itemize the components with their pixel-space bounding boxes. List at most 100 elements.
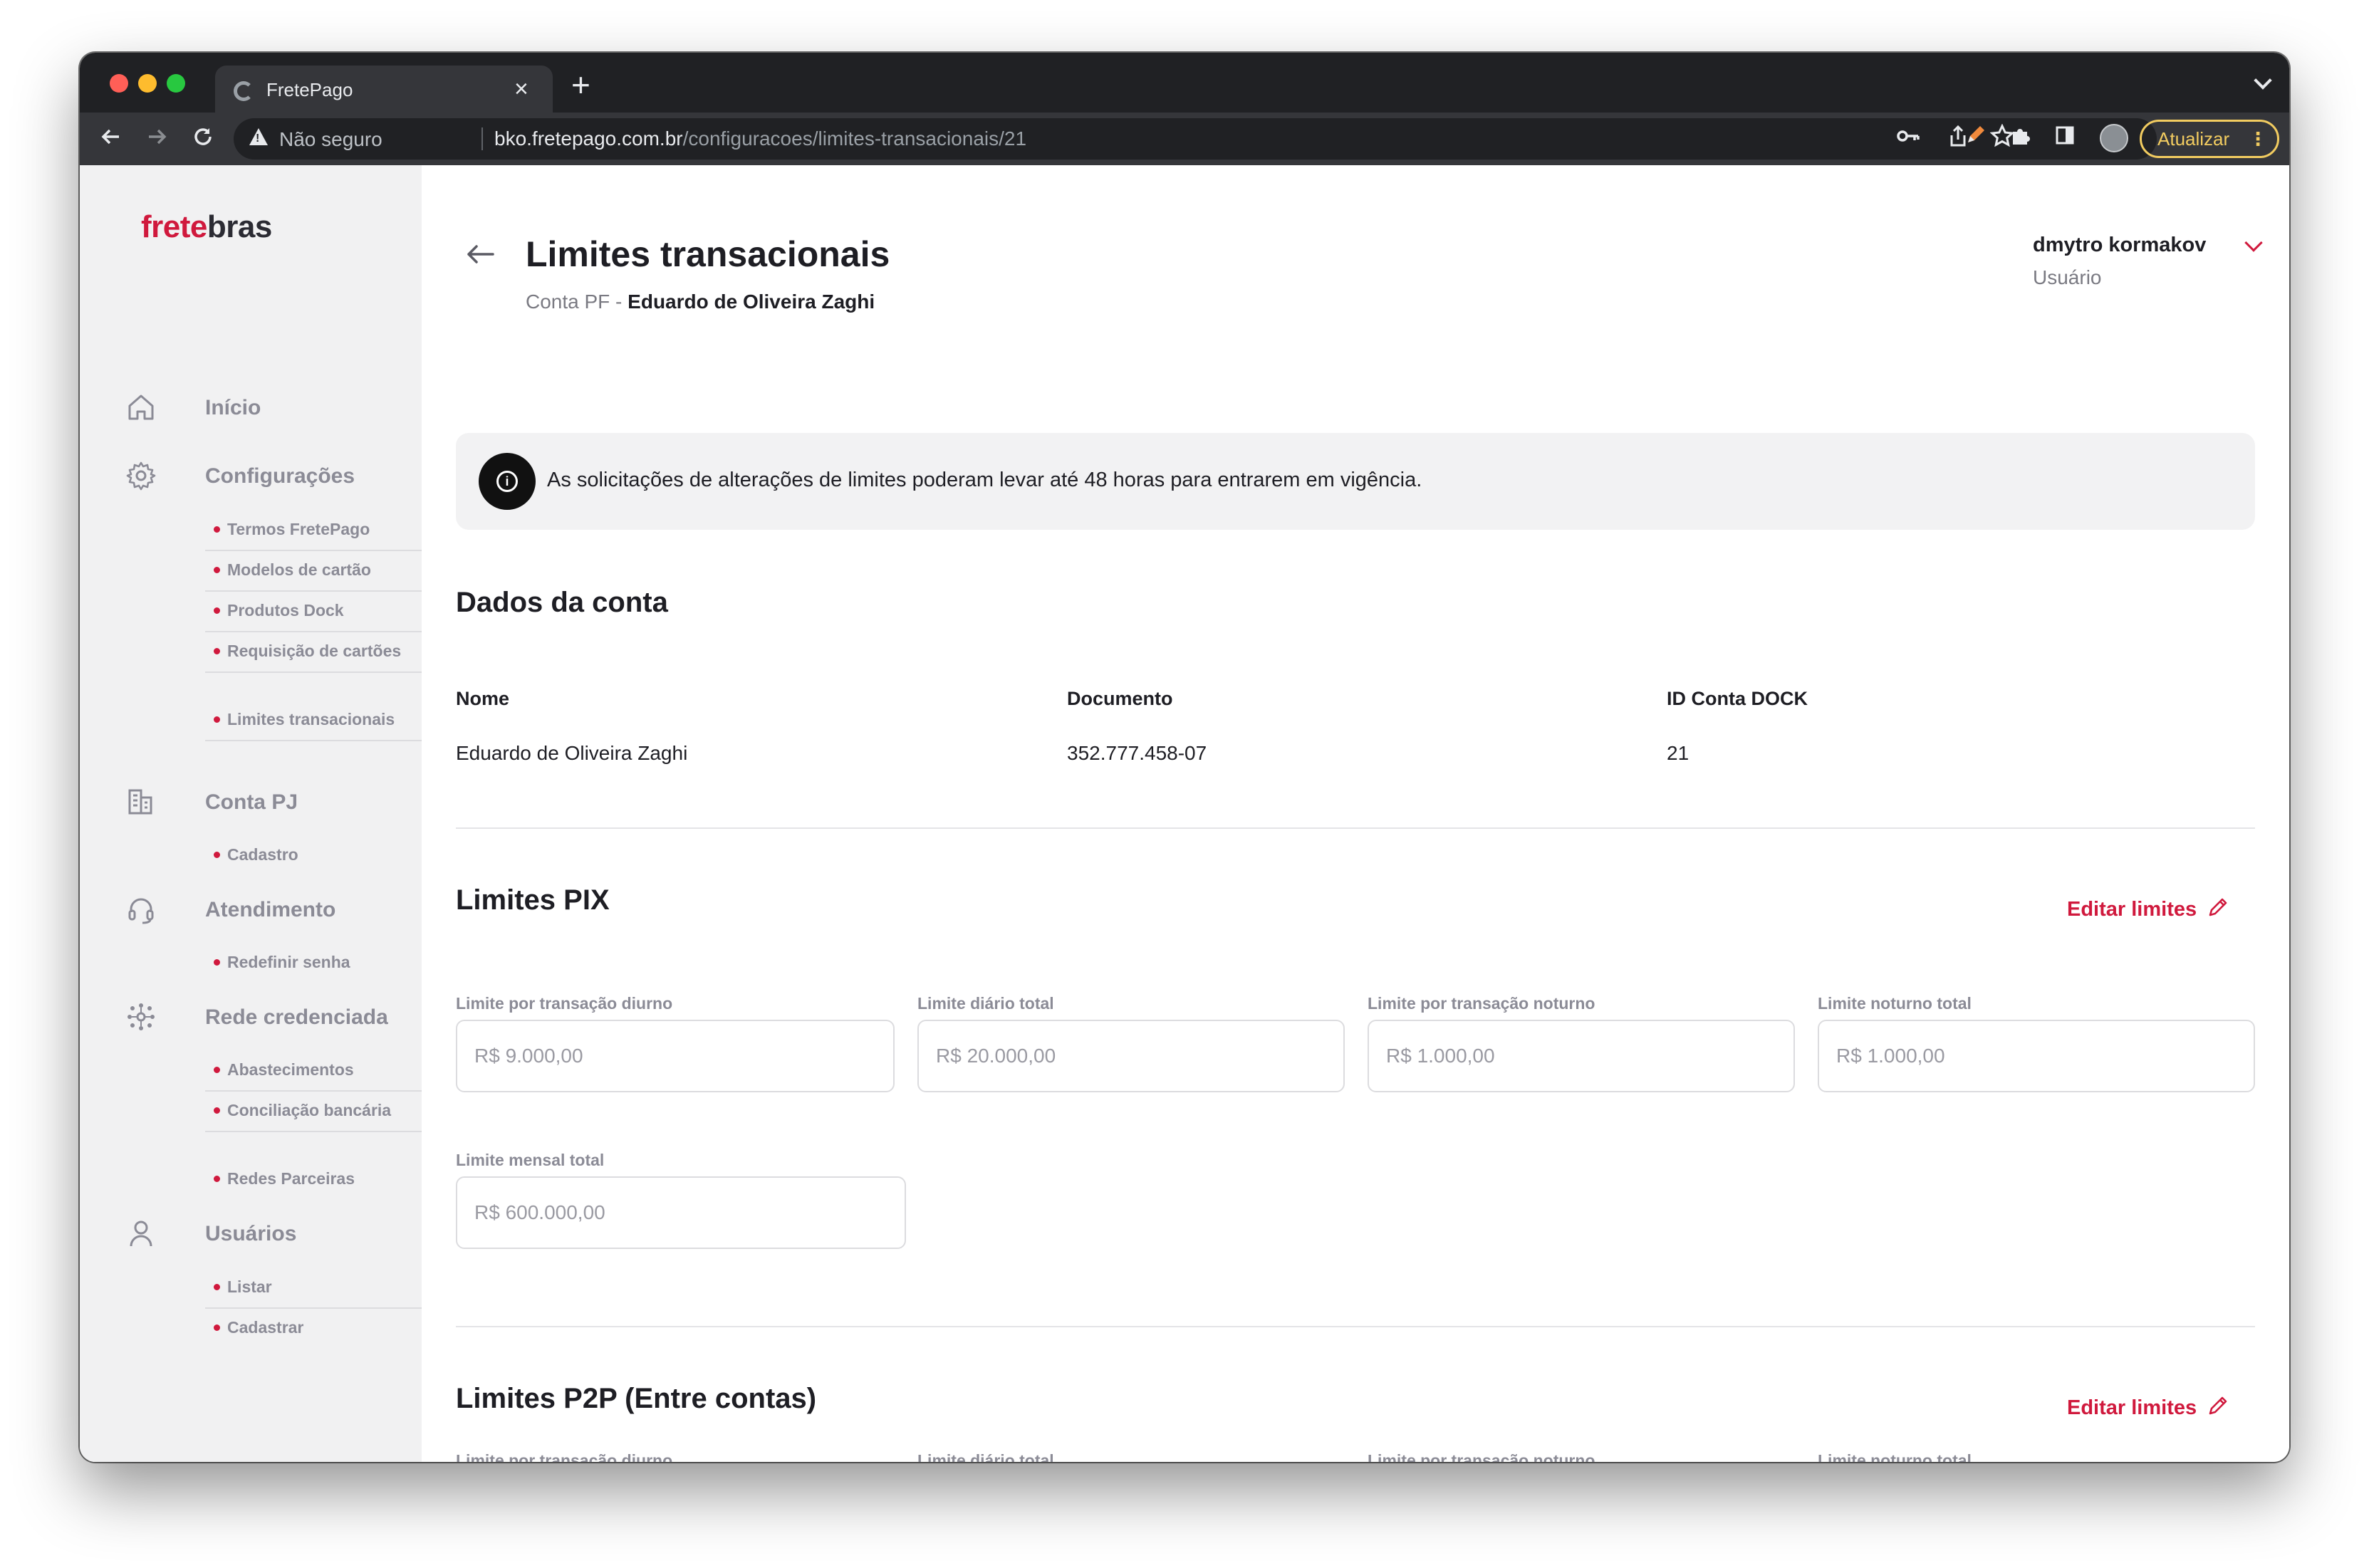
input-pix-noturno[interactable]: R$ 1.000,00 <box>1368 1020 1795 1092</box>
sidebar-item-label: Abastecimentos <box>227 1060 354 1079</box>
sidebar-item-label: Listar <box>227 1277 272 1296</box>
page-subtitle: Conta PF - Eduardo de Oliveira Zaghi <box>526 291 875 313</box>
sidebar: fretebras Início Configurações Termos Fr… <box>80 165 422 1462</box>
bullet-icon <box>214 1107 220 1114</box>
warning-icon <box>249 128 268 145</box>
back-arrow-icon[interactable] <box>464 244 496 265</box>
input-pix-mensal[interactable]: R$ 600.000,00 <box>456 1176 906 1249</box>
nav-label-atendimento: Atendimento <box>205 898 336 921</box>
sidebar-item-termos[interactable]: Termos FretePago <box>205 516 422 551</box>
maximize-window-button[interactable] <box>167 74 185 93</box>
arrow-right-icon <box>149 129 167 145</box>
bullet-icon <box>214 716 220 723</box>
url-text[interactable]: bko.fretepago.com.br/configuracoes/limit… <box>494 127 1026 150</box>
sidebar-item-redes-parceiras[interactable]: Redes Parceiras <box>205 1165 422 1199</box>
value-nome: Eduardo de Oliveira Zaghi <box>456 742 688 764</box>
input-pix-diario[interactable]: R$ 20.000,00 <box>917 1020 1345 1092</box>
building-icon <box>128 789 152 815</box>
sidebar-item-modelos-cartao[interactable]: Modelos de cartão <box>205 556 422 592</box>
label-p2p-diario: Limite diário total <box>917 1451 1054 1462</box>
profile-avatar[interactable] <box>2100 124 2128 152</box>
fretebras-logo[interactable]: fretebras <box>141 209 272 245</box>
headset-icon <box>128 898 154 924</box>
label-p2p-diurno: Limite por transação diurno <box>456 1451 673 1462</box>
tab-search-chevron-icon[interactable] <box>2254 71 2272 90</box>
browser-toolbar: Não seguro bko.fretepago.com.br/configur… <box>80 113 2289 165</box>
sidebar-item-label: Redefinir senha <box>227 953 350 971</box>
minimize-window-button[interactable] <box>138 74 157 93</box>
bullet-icon <box>214 526 220 533</box>
bullet-icon <box>214 607 220 614</box>
sidebar-item-label: Conciliação bancária <box>227 1101 392 1119</box>
nav-label-rede-credenciada: Rede credenciada <box>205 1005 388 1029</box>
edit-pix-limits-button[interactable]: Editar limites <box>2067 896 2229 921</box>
section-divider <box>456 1326 2255 1327</box>
sidebar-item-label: Cadastro <box>227 845 298 864</box>
pen-extension-icon[interactable] <box>1960 124 1990 154</box>
label-pix-noturno-total: Limite noturno total <box>1818 994 1972 1013</box>
col-head-documento: Documento <box>1067 688 1173 709</box>
logo-part-frete: frete <box>141 209 207 244</box>
subtitle-account-name: Eduardo de Oliveira Zaghi <box>628 291 875 313</box>
arrow-left-icon <box>101 129 119 145</box>
sidebar-item-cadastrar[interactable]: Cadastrar <box>205 1314 422 1348</box>
alert-text: As solicitações de alterações de limites… <box>547 469 1422 491</box>
tab-bar: FretePago × + <box>80 53 2289 113</box>
close-window-button[interactable] <box>110 74 128 93</box>
new-tab-button[interactable]: + <box>571 68 590 101</box>
user-icon <box>130 1221 152 1247</box>
address-bar[interactable]: Não seguro bko.fretepago.com.br/configur… <box>234 118 2157 160</box>
input-pix-noturno-total[interactable]: R$ 1.000,00 <box>1818 1020 2255 1092</box>
back-button[interactable] <box>91 120 130 158</box>
sidebar-item-label: Requisição de cartões <box>227 642 402 660</box>
sidebar-item-requisicao-cartoes[interactable]: Requisição de cartões <box>205 637 422 673</box>
nav-label-configuracoes: Configurações <box>205 464 355 488</box>
value-documento: 352.777.458-07 <box>1067 742 1207 764</box>
sidebar-item-redefinir-senha[interactable]: Redefinir senha <box>205 948 422 983</box>
tab-close-icon[interactable]: × <box>514 75 529 103</box>
bullet-icon <box>214 1066 220 1073</box>
nav-label-usuarios: Usuários <box>205 1222 297 1245</box>
subtitle-prefix: Conta PF - <box>526 291 628 313</box>
section-divider <box>456 827 2255 829</box>
sidebar-item-abastecimentos[interactable]: Abastecimentos <box>205 1056 422 1092</box>
browser-window: FretePago × + Não seguro bko.fretepago.c… <box>80 53 2289 1462</box>
label-p2p-noturno-total: Limite noturno total <box>1818 1451 1972 1462</box>
sidebar-item-listar[interactable]: Listar <box>205 1273 422 1309</box>
user-name[interactable]: dmytro kormakov <box>2033 234 2206 257</box>
browser-tab[interactable]: FretePago × <box>215 66 553 113</box>
sidebar-item-label: Cadastrar <box>227 1318 304 1337</box>
label-pix-diario: Limite diário total <box>917 994 1054 1013</box>
col-head-id-conta: ID Conta DOCK <box>1667 688 1808 709</box>
sidebar-item-label: Termos FretePago <box>227 520 370 538</box>
info-icon: i <box>479 453 536 510</box>
url-separator <box>481 127 483 150</box>
url-path: /configuracoes/limites-transacionais/21 <box>682 127 1027 150</box>
sidebar-item-limites-transacionais[interactable]: Limites transacionais <box>205 706 422 741</box>
edit-p2p-limits-button[interactable]: Editar limites <box>2067 1394 2229 1420</box>
pencil-icon <box>2209 898 2227 916</box>
sidebar-item-label: Limites transacionais <box>227 710 395 728</box>
value-id-conta: 21 <box>1667 742 1689 764</box>
bullet-icon <box>214 566 220 573</box>
sidebar-item-conciliacao-bancaria[interactable]: Conciliação bancária <box>205 1097 422 1132</box>
bullet-icon <box>214 647 220 654</box>
sidebar-item-cadastro[interactable]: Cadastro <box>205 841 422 875</box>
extensions-puzzle-icon[interactable] <box>2006 124 2036 154</box>
chevron-down-icon[interactable] <box>2244 234 2263 252</box>
reload-button[interactable] <box>184 120 222 158</box>
label-pix-noturno: Limite por transação noturno <box>1368 994 1595 1013</box>
bullet-icon <box>214 958 220 966</box>
forward-button[interactable] <box>138 120 177 158</box>
key-icon[interactable] <box>1896 124 1920 154</box>
label-p2p-noturno: Limite por transação noturno <box>1368 1451 1595 1462</box>
col-head-nome: Nome <box>456 688 510 709</box>
input-pix-diurno[interactable]: R$ 9.000,00 <box>456 1020 895 1092</box>
update-label: Atualizar <box>2157 128 2230 150</box>
update-button[interactable]: Atualizar ⋮ <box>2140 120 2279 158</box>
sidebar-item-label: Produtos Dock <box>227 601 344 620</box>
sidebar-item-produtos-dock[interactable]: Produtos Dock <box>205 597 422 632</box>
side-panel-icon[interactable] <box>2050 124 2080 154</box>
bullet-icon <box>214 1283 220 1290</box>
security-label[interactable]: Não seguro <box>279 128 382 151</box>
